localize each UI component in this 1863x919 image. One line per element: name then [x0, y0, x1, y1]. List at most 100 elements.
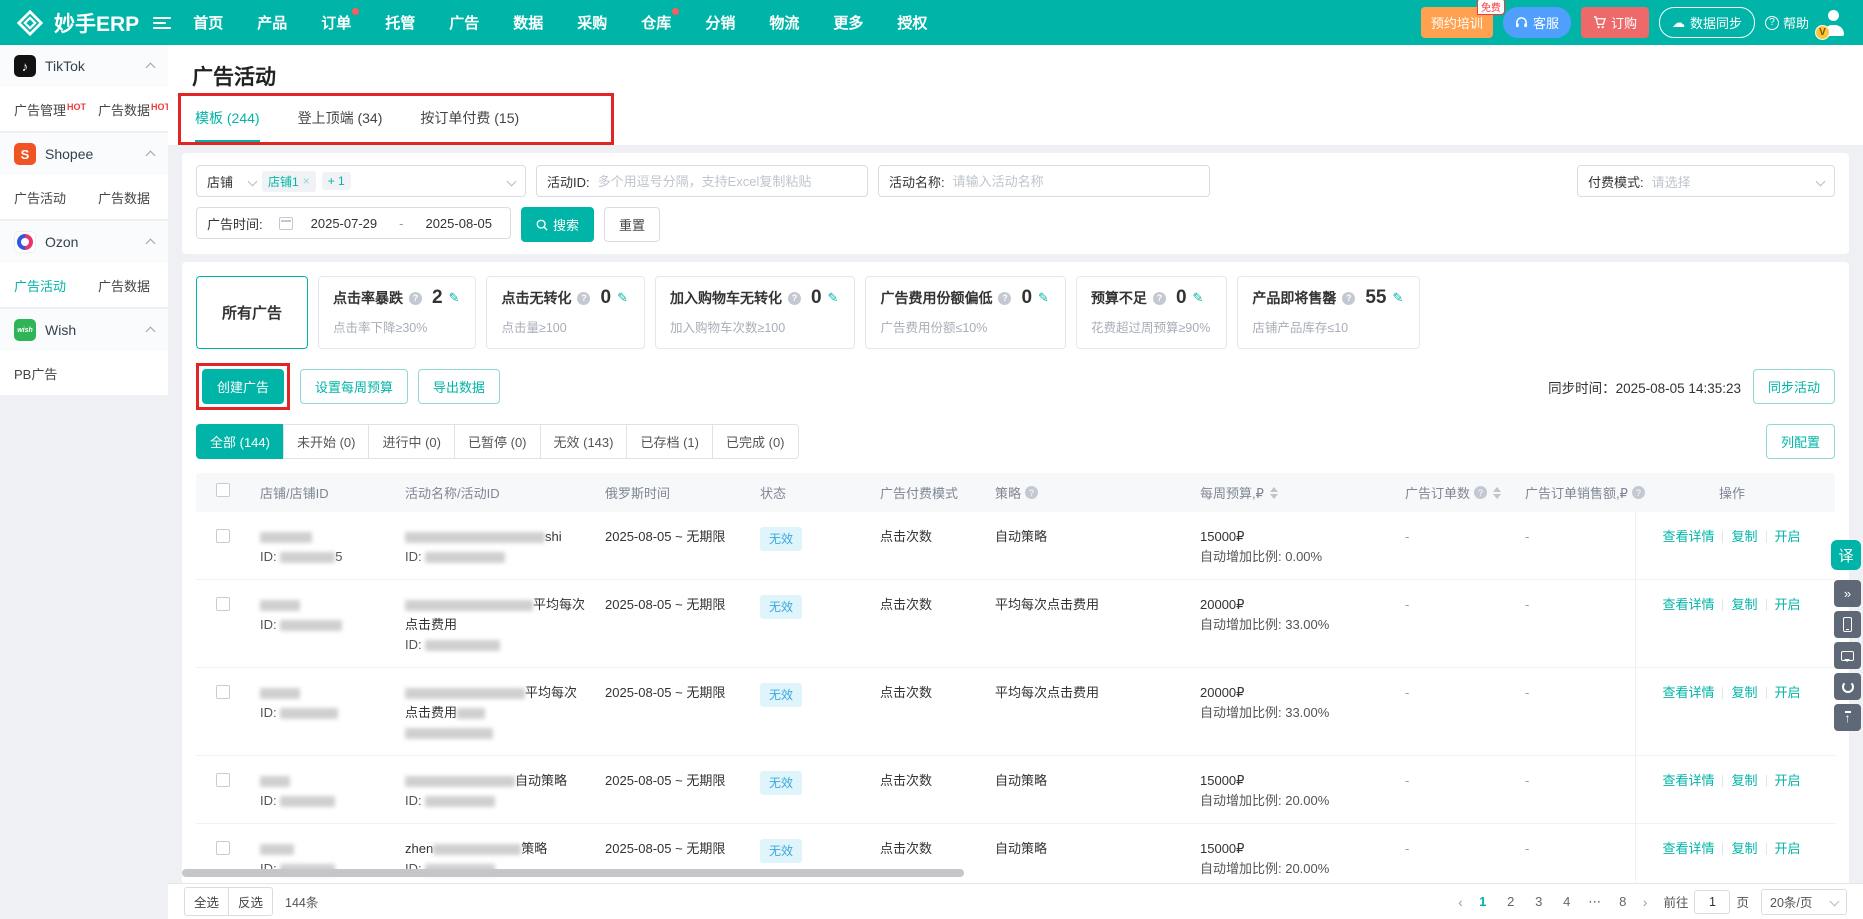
campaign-id-input[interactable]: [598, 174, 857, 189]
sidebar-group-header-shopee[interactable]: S Shopee: [0, 133, 168, 175]
sidebar-item-pb-ads[interactable]: PB广告: [0, 355, 84, 385]
sidebar-group-header-tiktok[interactable]: ♪ TikTok: [0, 45, 168, 87]
copy-link[interactable]: 复制: [1731, 683, 1757, 703]
purchase-button[interactable]: 订购: [1581, 7, 1649, 38]
question-icon[interactable]: ?: [1342, 292, 1355, 305]
select-all-button[interactable]: 全选: [184, 887, 229, 916]
enable-link[interactable]: 开启: [1775, 771, 1801, 791]
sort-icon[interactable]: [1493, 487, 1501, 499]
search-button[interactable]: 搜索: [521, 207, 594, 242]
feedback-button[interactable]: [1834, 642, 1861, 669]
edit-icon[interactable]: ✎: [828, 290, 839, 306]
sort-icon[interactable]: [1270, 487, 1278, 499]
copy-link[interactable]: 复制: [1731, 771, 1757, 791]
select-all-checkbox[interactable]: [216, 483, 230, 497]
nav-item-more[interactable]: 更多: [833, 12, 863, 33]
next-page-icon[interactable]: ›: [1639, 894, 1652, 910]
sidebar-item-ad-data-ozon[interactable]: 广告数据: [84, 267, 168, 297]
card-all-ads[interactable]: 所有广告: [196, 276, 308, 349]
copy-link[interactable]: 复制: [1731, 595, 1757, 615]
tab-pay-per-order[interactable]: 按订单付费 (15): [420, 108, 519, 142]
question-icon[interactable]: ?: [788, 292, 801, 305]
page-number-8[interactable]: 8: [1611, 890, 1635, 914]
translate-button[interactable]: 译: [1831, 540, 1861, 570]
nav-item-distribution[interactable]: 分销: [705, 12, 735, 33]
brand-logo[interactable]: 妙手ERP: [14, 8, 139, 38]
status-tab-invalid[interactable]: 无效 (143): [540, 424, 628, 459]
edit-icon[interactable]: ✎: [617, 290, 628, 306]
view-detail-link[interactable]: 查看详情: [1662, 771, 1714, 791]
card-clicks-no-conversion[interactable]: 点击无转化?0✎ 点击量≥100: [486, 276, 644, 349]
sidebar-item-ad-campaign-shopee[interactable]: 广告活动: [0, 179, 84, 209]
customer-service-button[interactable]: 客服: [1503, 7, 1571, 38]
copy-link[interactable]: 复制: [1731, 527, 1757, 547]
card-cart-no-conversion[interactable]: 加入购物车无转化?0✎ 加入购物车次数≥100: [655, 276, 855, 349]
back-to-top-button[interactable]: ↑: [1834, 704, 1861, 731]
question-icon[interactable]: ?: [1474, 486, 1487, 499]
status-tab-not-started[interactable]: 未开始 (0): [283, 424, 370, 459]
nav-item-warehouse[interactable]: 仓库: [641, 12, 671, 33]
create-ad-button[interactable]: 创建广告: [202, 369, 284, 404]
prev-page-icon[interactable]: ‹: [1454, 894, 1467, 910]
page-size-select[interactable]: 20条/页: [1761, 889, 1847, 915]
row-checkbox[interactable]: [216, 841, 230, 855]
card-ctr-drop[interactable]: 点击率暴跌?2✎ 点击率下降≥30%: [318, 276, 476, 349]
question-icon[interactable]: ?: [577, 292, 590, 305]
user-avatar[interactable]: V: [1819, 8, 1849, 38]
nav-item-products[interactable]: 产品: [257, 12, 287, 33]
status-tab-all[interactable]: 全部 (144): [196, 424, 284, 459]
row-checkbox[interactable]: [216, 597, 230, 611]
ad-time-range-picker[interactable]: 广告时间: 2025-07-29 - 2025-08-05: [196, 207, 511, 239]
enable-link[interactable]: 开启: [1775, 683, 1801, 703]
view-detail-link[interactable]: 查看详情: [1662, 595, 1714, 615]
question-icon[interactable]: ?: [998, 292, 1011, 305]
book-training-button[interactable]: 预约培训 免费: [1421, 7, 1493, 38]
edit-icon[interactable]: ✎: [1193, 290, 1204, 306]
pay-mode-select[interactable]: 付费模式: 请选择: [1577, 165, 1835, 197]
status-tab-completed[interactable]: 已完成 (0): [712, 424, 799, 459]
sidebar-item-ad-data-shopee[interactable]: 广告数据: [84, 179, 168, 209]
row-checkbox[interactable]: [216, 529, 230, 543]
data-sync-button[interactable]: ☁ 数据同步: [1659, 7, 1755, 38]
shop-more-tag[interactable]: + 1: [322, 172, 351, 190]
nav-item-logistics[interactable]: 物流: [769, 12, 799, 33]
date-start[interactable]: 2025-07-29: [311, 216, 378, 231]
enable-link[interactable]: 开启: [1775, 839, 1801, 859]
nav-item-authorization[interactable]: 授权: [897, 12, 927, 33]
view-detail-link[interactable]: 查看详情: [1662, 839, 1714, 859]
nav-item-data[interactable]: 数据: [513, 12, 543, 33]
status-tab-running[interactable]: 进行中 (0): [368, 424, 455, 459]
nav-item-hosting[interactable]: 托管: [385, 12, 415, 33]
view-detail-link[interactable]: 查看详情: [1662, 527, 1714, 547]
export-data-button[interactable]: 导出数据: [418, 369, 500, 404]
nav-item-ads[interactable]: 广告: [449, 12, 479, 33]
enable-link[interactable]: 开启: [1775, 527, 1801, 547]
question-icon[interactable]: ?: [1153, 292, 1166, 305]
edit-icon[interactable]: ✎: [1392, 290, 1403, 306]
card-low-ad-share[interactable]: 广告费用份额偏低?0✎ 广告费用份额≤10%: [865, 276, 1065, 349]
page-number-3[interactable]: 3: [1527, 890, 1551, 914]
card-sold-out-soon[interactable]: 产品即将售罄?55✎ 店铺产品库存≤10: [1237, 276, 1420, 349]
status-tab-paused[interactable]: 已暂停 (0): [454, 424, 541, 459]
campaign-name-input[interactable]: [953, 174, 1199, 189]
page-number-4[interactable]: 4: [1555, 890, 1579, 914]
date-end[interactable]: 2025-08-05: [425, 216, 492, 231]
page-number-2[interactable]: 2: [1499, 890, 1523, 914]
edit-icon[interactable]: ✎: [449, 290, 460, 306]
edit-icon[interactable]: ✎: [1038, 290, 1049, 306]
nav-item-home[interactable]: 首页: [193, 12, 223, 33]
sidebar-group-header-wish[interactable]: wish Wish: [0, 309, 168, 351]
tab-template[interactable]: 模板 (244): [195, 108, 260, 142]
menu-toggle-icon[interactable]: [153, 17, 171, 29]
column-config-button[interactable]: 列配置: [1766, 424, 1835, 459]
row-checkbox[interactable]: [216, 685, 230, 699]
nav-item-procurement[interactable]: 采购: [577, 12, 607, 33]
enable-link[interactable]: 开启: [1775, 595, 1801, 615]
nav-item-orders[interactable]: 订单: [321, 12, 351, 33]
sidebar-item-ad-campaign-ozon[interactable]: 广告活动: [0, 267, 84, 297]
sidebar-item-ad-data-tiktok[interactable]: 广告数据HOT: [84, 91, 168, 121]
reset-button[interactable]: 重置: [604, 207, 660, 242]
question-icon[interactable]: ?: [1025, 486, 1038, 499]
remove-tag-icon[interactable]: ×: [303, 174, 310, 188]
collapse-panel-button[interactable]: »: [1834, 580, 1861, 607]
